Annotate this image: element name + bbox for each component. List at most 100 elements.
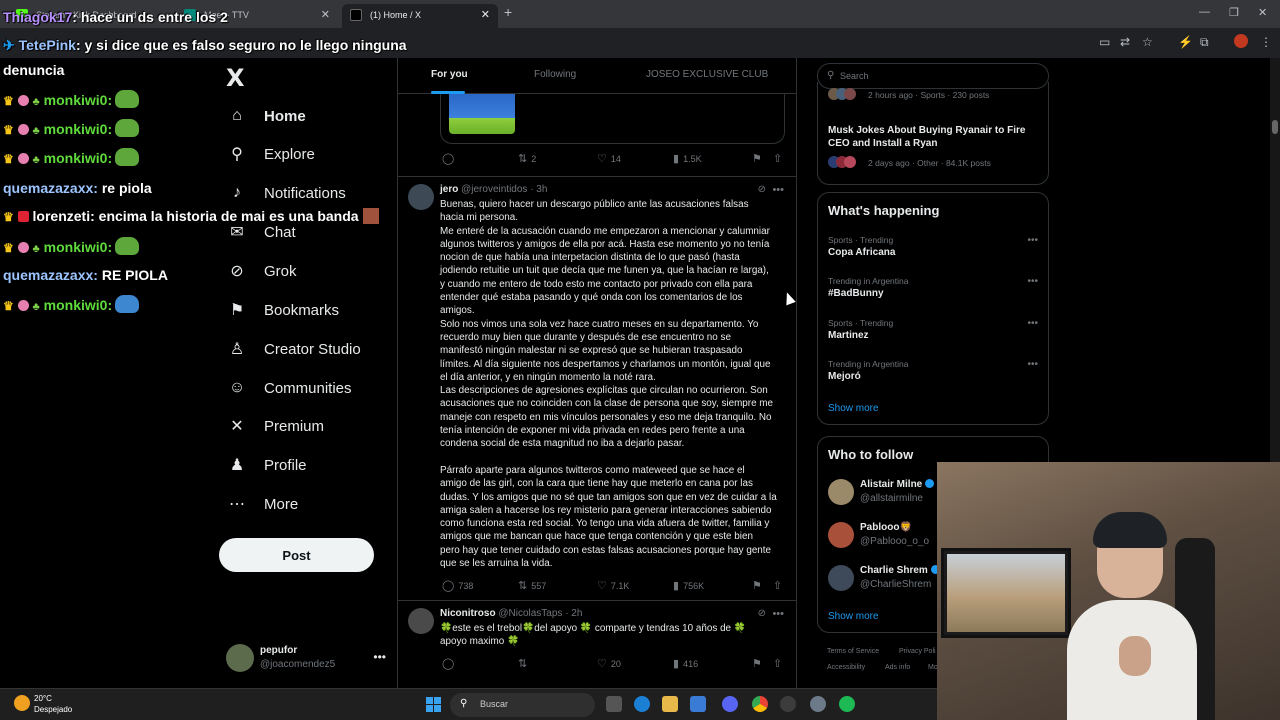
tweet-author[interactable]: Niconitroso bbox=[440, 608, 496, 619]
repost-button[interactable]: ⇅ bbox=[518, 657, 531, 670]
extension-icon[interactable]: ⚡ bbox=[1178, 35, 1193, 49]
footer-link[interactable]: Accessibility bbox=[827, 664, 865, 671]
obs-icon[interactable] bbox=[780, 696, 796, 712]
like-button[interactable]: ♡ 14 bbox=[597, 152, 621, 165]
kebab-menu-icon[interactable]: ⋮ bbox=[1260, 35, 1272, 49]
avatar-stack bbox=[828, 156, 856, 168]
tab-joseo-club[interactable]: JOSEO EXCLUSIVE CLUB bbox=[646, 69, 768, 80]
crown-icon: ♛ bbox=[3, 123, 14, 137]
windows-start-icon[interactable] bbox=[426, 697, 441, 712]
avatar[interactable] bbox=[408, 608, 434, 634]
chrome-icon[interactable] bbox=[752, 696, 768, 712]
close-window-icon[interactable]: ✕ bbox=[1258, 6, 1267, 19]
views-button[interactable]: ▮ 756K bbox=[673, 579, 704, 592]
star-icon[interactable]: ☆ bbox=[1142, 35, 1153, 49]
timeline-tabs: For you Following JOSEO EXCLUSIVE CLUB bbox=[398, 58, 796, 94]
follow-name[interactable]: Charlie Shrem bbox=[860, 565, 940, 576]
whats-happening-card: What's happening Sports · Trending Copa … bbox=[817, 192, 1049, 425]
share-button[interactable]: ⇧ bbox=[773, 579, 786, 592]
reply-button[interactable]: ◯ bbox=[442, 152, 458, 165]
like-button[interactable]: ♡ 20 bbox=[597, 657, 621, 670]
file-explorer-icon[interactable] bbox=[662, 696, 678, 712]
footer-link[interactable]: Terms of Service bbox=[827, 648, 879, 655]
grok-icon[interactable]: ⊘ bbox=[758, 184, 766, 195]
tab-following[interactable]: Following bbox=[534, 69, 576, 80]
avatar[interactable] bbox=[828, 565, 854, 591]
more-icon[interactable]: ••• bbox=[1027, 318, 1038, 329]
crown-icon: ♛ bbox=[3, 94, 14, 108]
tweet-handle[interactable]: @jeroveintidos bbox=[461, 184, 527, 195]
tweet-handle[interactable]: @NicolasTaps bbox=[498, 608, 562, 619]
edge-icon[interactable] bbox=[634, 696, 650, 712]
taskbar-search[interactable]: ⚲ Buscar bbox=[450, 693, 595, 717]
footer-link[interactable]: Privacy Poli bbox=[899, 648, 936, 655]
more-icon[interactable]: ••• bbox=[1027, 359, 1038, 370]
more-icon[interactable]: ••• bbox=[373, 650, 386, 664]
tweet-author[interactable]: jero bbox=[440, 184, 458, 195]
new-tab-icon[interactable]: + bbox=[504, 4, 512, 20]
nav-communities[interactable]: ☺ Communities bbox=[226, 373, 352, 403]
bookmark-button[interactable]: ⚑ bbox=[752, 657, 766, 670]
like-button[interactable]: ♡ 7.1K bbox=[597, 579, 629, 592]
trend-name[interactable]: Mejoró bbox=[828, 371, 861, 382]
tab-for-you[interactable]: For you bbox=[431, 69, 468, 80]
avatar[interactable] bbox=[828, 522, 854, 548]
tweet-time[interactable]: · 3h bbox=[530, 184, 547, 195]
footer-link[interactable]: Ads info bbox=[885, 664, 910, 671]
discord-icon[interactable] bbox=[722, 696, 738, 712]
nav-more[interactable]: ⋯ More bbox=[226, 489, 298, 519]
account-switcher[interactable]: pepufor @joacomendez5 ••• bbox=[226, 642, 386, 674]
bookmark-button[interactable]: ⚑ bbox=[752, 579, 766, 592]
show-more-link[interactable]: Show more bbox=[828, 403, 879, 414]
trend-name[interactable]: Copa Africana bbox=[828, 247, 895, 258]
show-more-link[interactable]: Show more bbox=[828, 611, 879, 622]
views-button[interactable]: ▮ 1.5K bbox=[673, 152, 702, 165]
puzzle-icon[interactable]: ⧉ bbox=[1200, 35, 1209, 50]
bookmark-button[interactable]: ⚑ bbox=[752, 152, 766, 165]
nav-premium[interactable]: ✕ Premium bbox=[226, 411, 324, 441]
follow-name[interactable]: Pablooo🦁 bbox=[860, 522, 912, 533]
tweet-image[interactable] bbox=[449, 94, 515, 134]
spotify-icon[interactable] bbox=[839, 696, 855, 712]
tweet-time[interactable]: · 2h bbox=[565, 608, 582, 619]
share-button[interactable]: ⇧ bbox=[773, 152, 786, 165]
weather-icon[interactable] bbox=[14, 695, 30, 711]
task-view-icon[interactable] bbox=[606, 696, 622, 712]
grok-icon[interactable]: ⊘ bbox=[758, 608, 766, 619]
share-button[interactable]: ⇧ bbox=[773, 657, 786, 670]
reply-button[interactable]: ◯ 738 bbox=[442, 579, 473, 592]
divider bbox=[398, 600, 796, 601]
trend-name[interactable]: Martinez bbox=[828, 330, 869, 341]
translate-icon[interactable]: ⇄ bbox=[1120, 35, 1130, 49]
cast-icon[interactable]: ▭ bbox=[1099, 35, 1110, 49]
more-icon[interactable]: ••• bbox=[772, 184, 784, 196]
tweet-media-card[interactable] bbox=[440, 94, 785, 144]
follow-name[interactable]: Alistair Milne bbox=[860, 479, 935, 490]
more-icon[interactable]: ••• bbox=[772, 608, 784, 620]
avatar[interactable] bbox=[828, 479, 854, 505]
weather-desc[interactable]: Despejado bbox=[34, 705, 72, 714]
scroll-thumb[interactable] bbox=[1272, 120, 1278, 134]
settings-icon[interactable] bbox=[810, 696, 826, 712]
repost-button[interactable]: ⇅ 2 bbox=[518, 152, 536, 165]
reply-button[interactable]: ◯ bbox=[442, 657, 458, 670]
weather-temp[interactable]: 20°C bbox=[34, 694, 52, 703]
sub-badge-icon bbox=[17, 242, 29, 253]
post-button[interactable]: Post bbox=[219, 538, 374, 572]
avatar[interactable] bbox=[408, 184, 434, 210]
trend-name[interactable]: #BadBunny bbox=[828, 288, 884, 299]
more-icon[interactable]: ••• bbox=[1027, 276, 1038, 287]
nav-creator-studio[interactable]: ♙ Creator Studio bbox=[226, 334, 361, 364]
store-icon[interactable] bbox=[690, 696, 706, 712]
maximize-icon[interactable]: ❐ bbox=[1229, 6, 1239, 19]
repost-button[interactable]: ⇅ 557 bbox=[518, 579, 546, 592]
more-icon[interactable]: ••• bbox=[1027, 235, 1038, 246]
profile-chip[interactable] bbox=[1234, 34, 1248, 48]
views-button[interactable]: ▮ 416 bbox=[673, 657, 698, 670]
nav-profile[interactable]: ♟ Profile bbox=[226, 450, 307, 480]
news-title[interactable]: Musk Jokes About Buying Ryanair to Fire … bbox=[828, 124, 1040, 150]
minimize-icon[interactable]: — bbox=[1199, 6, 1210, 18]
close-tab-icon[interactable]: ✕ bbox=[481, 8, 490, 21]
chat-message: Thiagok17: hace un ds entre los 2 bbox=[3, 9, 228, 25]
news-meta: 2 days ago · Other · 84.1K posts bbox=[868, 158, 991, 168]
